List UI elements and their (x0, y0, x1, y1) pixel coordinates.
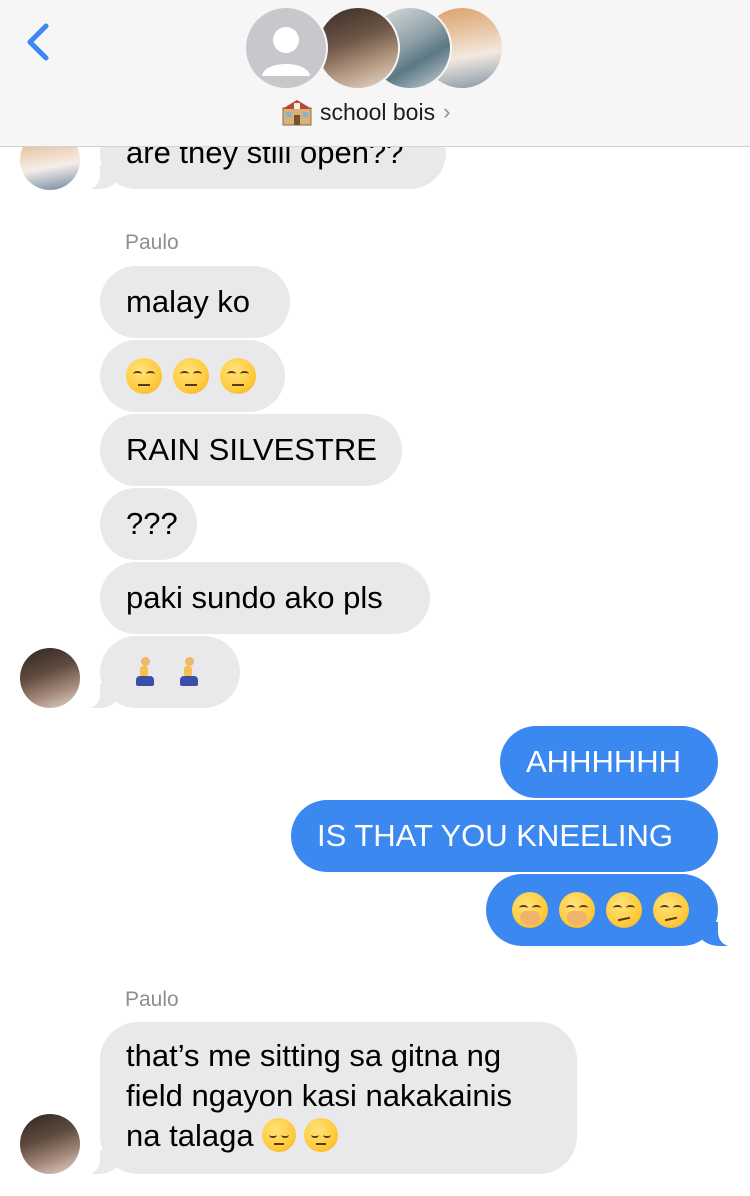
unamused-face-icon (173, 358, 209, 394)
smirking-face-icon (653, 892, 689, 928)
unamused-face-icon (220, 358, 256, 394)
back-button[interactable] (18, 18, 62, 66)
message-text: RAIN SILVESTRE (126, 432, 377, 467)
sender-name: Paulo (125, 988, 179, 1011)
message-bubble[interactable]: that’s me sitting sa gitna ng field ngay… (83, 1022, 577, 1174)
conversation-header: school bois › (0, 0, 750, 147)
sender-name: Paulo (125, 231, 179, 254)
chevron-right-icon: › (443, 99, 451, 124)
person-kneeling-icon (134, 657, 156, 687)
message-text: IS THAT YOU KNEELING (317, 818, 674, 853)
message-bubble[interactable]: paki sundo ako pls (100, 562, 430, 634)
outgoing-message-bubble[interactable]: AHHHHHH (500, 726, 718, 798)
message-bubble[interactable]: malay ko (100, 266, 290, 338)
person-icon (262, 27, 310, 76)
avatar-placeholder (246, 8, 326, 88)
emoji-message-bubble[interactable] (100, 340, 285, 412)
emoji-message-bubble[interactable] (83, 636, 240, 708)
unamused-face-icon (126, 358, 162, 394)
chevron-left-icon (27, 23, 49, 61)
sender-avatar[interactable] (20, 1114, 80, 1174)
message-text: ??? (126, 506, 178, 541)
message-text: malay ko (126, 284, 251, 319)
group-title-button[interactable]: school bois › (282, 97, 450, 127)
person-kneeling-icon (178, 657, 200, 687)
group-name: school bois (320, 98, 436, 125)
sender-avatar[interactable] (20, 648, 80, 708)
school-icon (282, 100, 312, 126)
outgoing-message-bubble[interactable]: IS THAT YOU KNEELING (291, 800, 718, 872)
group-avatars[interactable] (246, 8, 506, 90)
hand-over-mouth-icon (512, 892, 548, 928)
smirking-face-icon (606, 892, 642, 928)
outgoing-emoji-bubble[interactable] (486, 874, 735, 946)
avatar (318, 8, 398, 88)
pensive-face-icon (303, 1118, 338, 1152)
message-text: paki sundo ako pls (126, 580, 383, 615)
message-bubble[interactable]: RAIN SILVESTRE (100, 414, 402, 486)
message-bubble[interactable]: ??? (100, 488, 197, 560)
message-text: AHHHHHH (526, 744, 681, 779)
pensive-face-icon (261, 1118, 296, 1152)
hand-over-mouth-icon (559, 892, 595, 928)
